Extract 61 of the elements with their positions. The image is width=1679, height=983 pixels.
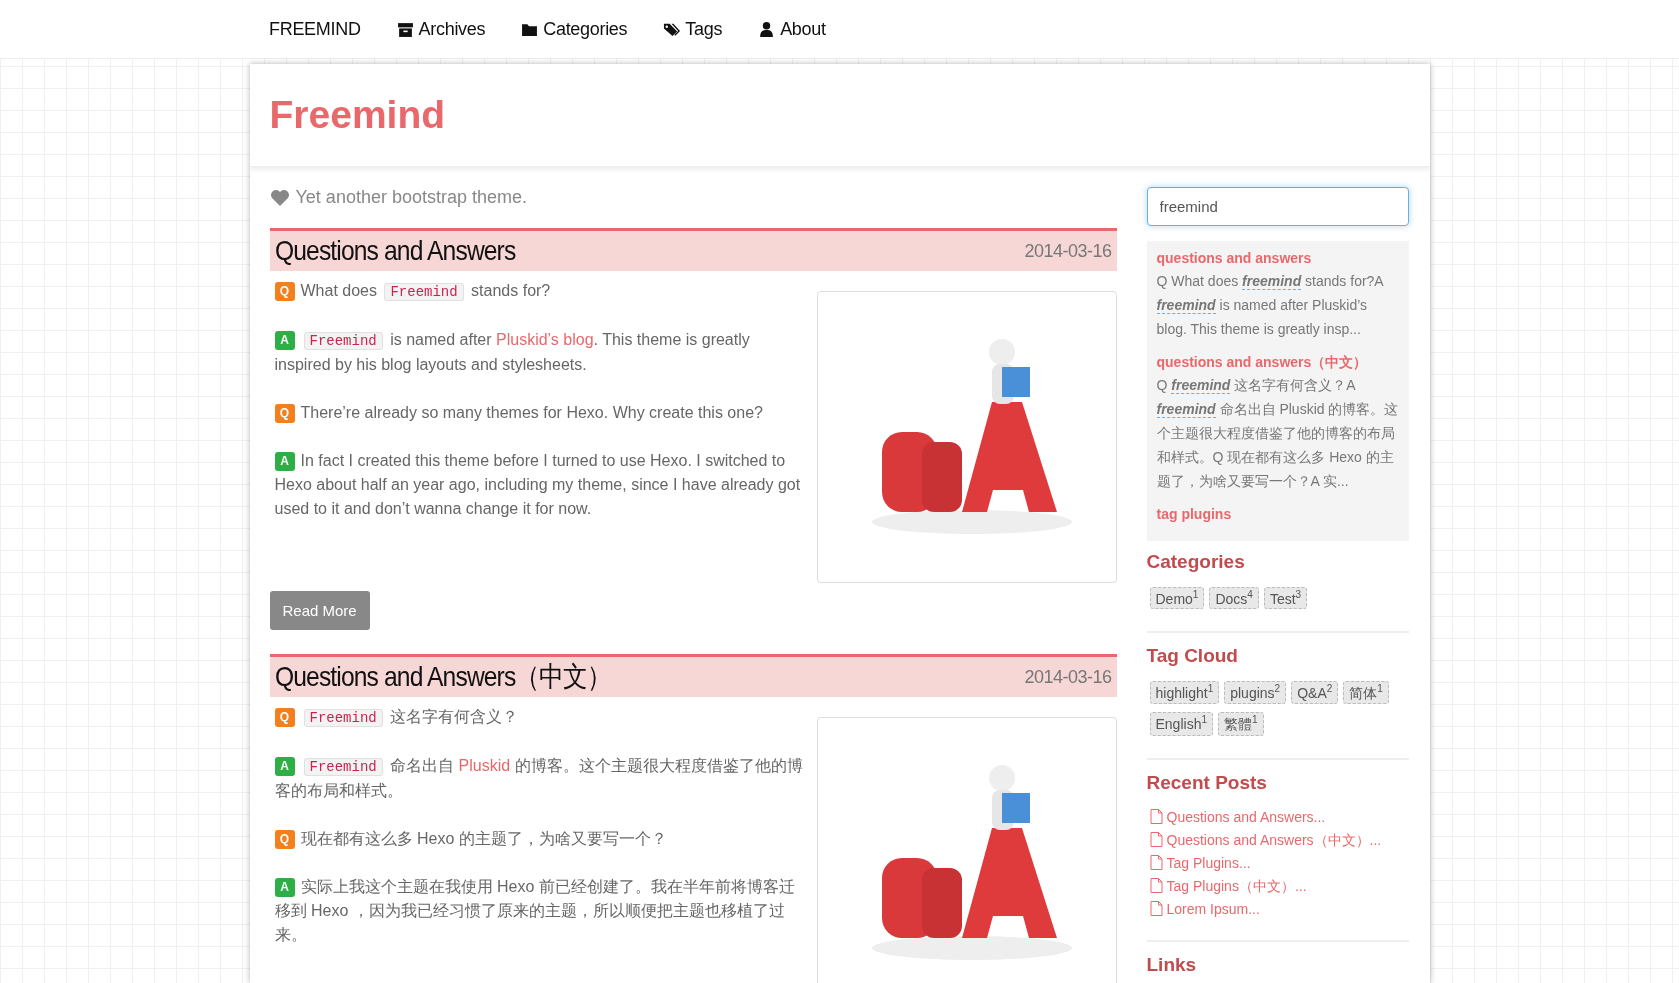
file-icon (1149, 832, 1163, 848)
post-date: 2014-03-16 (1024, 666, 1112, 688)
paragraph: Q There’re already so many themes for Hexo. Why create this one? (274, 401, 805, 425)
nav-link[interactable]: Tags (663, 18, 723, 40)
post-date: 2014-03-16 (1024, 240, 1112, 262)
tag-link[interactable]: Docs$^{4}$ (1209, 587, 1259, 609)
site-title: Freemind (269, 93, 446, 137)
widget-heading: Tag Cloud (1146, 644, 1239, 667)
code-snippet: Freemind (384, 283, 464, 301)
tag-link[interactable]: Q&A$^{2}$ (1291, 680, 1339, 705)
question-label: Q (274, 708, 295, 727)
post-title[interactable]: Questions and Answers (274, 235, 515, 267)
brand-link[interactable]: FREEMIND (269, 18, 361, 40)
file-icon (1149, 809, 1163, 825)
nav-link[interactable]: Archives (396, 18, 486, 40)
recent-post-link[interactable]: Questions and Answers... (1149, 807, 1409, 826)
post-title[interactable]: Questions and Answers（中文） (274, 658, 610, 696)
nav-link[interactable]: Categories (521, 18, 628, 40)
search-field[interactable]: freemind (1146, 187, 1409, 226)
tag-link[interactable]: highlight$^{1}$ (1149, 680, 1220, 705)
question-label: Q (274, 282, 295, 301)
tag-link[interactable]: 繁體$^{1}$ (1218, 712, 1264, 736)
archive-box-icon (396, 20, 414, 38)
recent-post-link[interactable]: Tag Plugins（中文）... (1149, 876, 1409, 895)
file-icon (1149, 855, 1163, 871)
site-description: Yet another bootstrap theme. (295, 187, 527, 208)
text-link[interactable]: Pluskid’s blog (496, 331, 594, 348)
tag-link[interactable]: 简体$^{1}$ (1343, 680, 1389, 705)
nav-link[interactable]: About (758, 18, 826, 40)
tag-link[interactable]: Demo$^{1}$ (1149, 587, 1205, 609)
tag-link[interactable]: Test$^{3}$ (1263, 587, 1308, 609)
paragraph: Q What does Freemind stands for? (274, 279, 805, 304)
widget-heading: Links (1146, 953, 1198, 976)
result-snippet: Q What does freemind stands for?A freemind is named after Pluskid’s blog. This theme is greatly insp... (1156, 272, 1385, 339)
file-icon (1149, 901, 1163, 917)
question-label: Q (274, 404, 295, 423)
paragraph: Q Freemind 这名字有何含义？ (274, 705, 805, 730)
paragraph: A In fact I created this theme before I turned to use Hexo. I switched to Hexo about half an year ago, including my theme, since I have already got used to it and don’t wanna change it for now. (274, 451, 802, 519)
code-snippet: Freemind (303, 758, 383, 776)
tag-link[interactable]: English$^{1}$ (1149, 712, 1213, 736)
question-label: Q (274, 830, 295, 849)
recent-post-link[interactable]: Questions and Answers（中文）... (1149, 830, 1409, 849)
paragraph: A Freemind 命名出自 Pluskid 的博客。这个主题很大程度借鉴了他的博客的布局和样式。 (274, 756, 804, 801)
tag-link[interactable]: plugins$^{2}$ (1224, 680, 1287, 705)
recent-post-link[interactable]: Lorem Ipsum... (1149, 899, 1409, 918)
answer-label: A (274, 452, 295, 471)
answer-label: A (274, 757, 295, 776)
result-snippet: Q freemind 这名字有何含义？A freemind 命名出自 Pluskid 的博客。这个主题很大程度借鉴了他的博客的布局和样式。Q 现在都有这么多 Hexo 的主题了，为啥又要写一个？A 实... (1156, 376, 1399, 491)
widget-heading: Categories (1146, 551, 1246, 573)
read-more-button[interactable]: Read More (269, 591, 370, 630)
code-snippet: Freemind (303, 709, 383, 727)
paragraph: A 实际上我这个主题在我使用 Hexo 前已经创建了。我在半年前将博客迁移到 Hexo ，因为我已经习惯了原来的主题，所以顺便把主题也移植了过来。 (274, 877, 796, 945)
code-snippet: Freemind (303, 332, 383, 350)
file-icon (1149, 878, 1163, 894)
answer-label: A (274, 331, 295, 350)
paragraph: Q 现在都有这么多 Hexo 的主题了，为啥又要写一个？ (274, 827, 805, 851)
widget-heading: Recent Posts (1146, 771, 1268, 794)
paragraph: A Freemind is named after Pluskid’s blog. This theme is greatly inspired by his blog layouts and stylesheets. (274, 330, 751, 375)
heart-icon (269, 188, 290, 207)
answer-label: A (274, 878, 295, 897)
user-icon (758, 20, 776, 38)
